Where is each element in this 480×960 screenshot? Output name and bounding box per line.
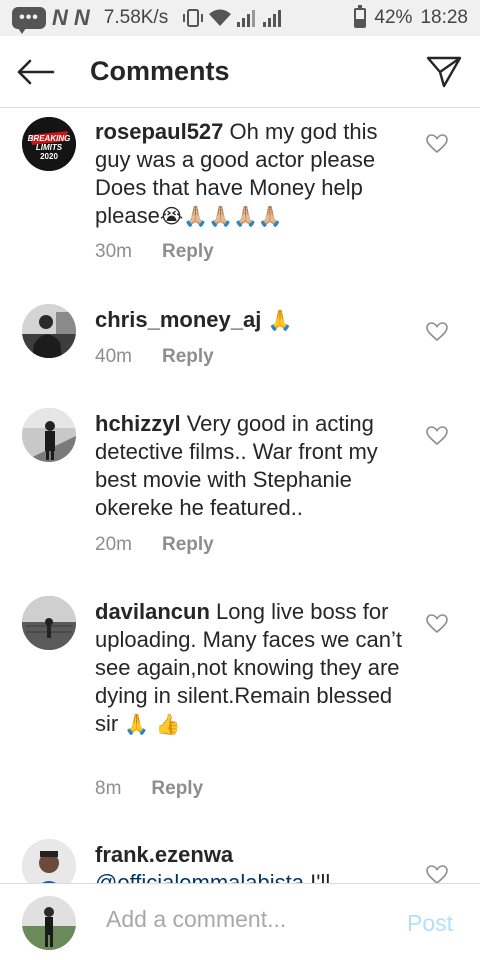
comment-text: frank.ezenwa @officialemmalabista I'll xyxy=(95,841,415,883)
battery-percent: 42% xyxy=(374,7,413,28)
reply-button[interactable]: Reply xyxy=(162,346,214,368)
reply-button[interactable]: Reply xyxy=(162,534,214,556)
vibrate-icon xyxy=(183,9,204,27)
comment-username[interactable]: chris_money_aj xyxy=(95,307,261,332)
comment-message: I'll xyxy=(304,870,331,883)
breaking-limits-logo: BREAKING LIMITS 2020 xyxy=(22,117,76,171)
like-heart-icon[interactable] xyxy=(426,322,448,342)
comment-text: rosepaul527 Oh my god this guy was a goo… xyxy=(95,118,415,230)
page-title: Comments xyxy=(90,56,230,86)
comment-meta: 20m Reply xyxy=(95,534,214,556)
avatar-photo xyxy=(22,896,76,950)
comment-username[interactable]: rosepaul527 xyxy=(95,119,223,144)
notification-n-icon-2: N xyxy=(73,5,90,30)
comment-emojis: 🙏 👍 xyxy=(124,712,181,736)
comment-text: davilancun Long live boss for uploading.… xyxy=(95,598,415,738)
comment-emojis: 🙏 xyxy=(267,308,293,332)
comment-username[interactable]: davilancun xyxy=(95,599,210,624)
avatar-photo xyxy=(22,408,76,462)
avatar[interactable]: BREAKING LIMITS 2020 xyxy=(22,117,76,171)
comment-time: 8m xyxy=(95,778,122,799)
reply-button[interactable]: Reply xyxy=(162,241,214,263)
message-notification-text: ••• xyxy=(19,9,39,26)
comment-meta: 30m Reply xyxy=(95,241,214,263)
status-icons xyxy=(182,8,284,28)
reply-button[interactable]: Reply xyxy=(151,778,203,800)
avatar[interactable] xyxy=(22,304,76,358)
avatar[interactable] xyxy=(22,408,76,462)
current-user-avatar xyxy=(22,896,76,950)
comment-username[interactable]: hchizzyl xyxy=(95,411,181,436)
clock: 18:28 xyxy=(420,7,468,28)
status-left: ••• N N 7.58K/s xyxy=(12,5,284,34)
comment-time: 20m xyxy=(95,534,132,555)
avatar[interactable] xyxy=(22,596,76,650)
paper-plane-icon xyxy=(426,56,462,87)
comment-time: 30m xyxy=(95,241,132,262)
signal-icon-2 xyxy=(263,10,282,27)
avatar-photo xyxy=(22,839,76,883)
like-heart-icon[interactable] xyxy=(426,865,448,883)
status-bar: ••• N N 7.58K/s 42% 18:28 xyxy=(0,0,480,36)
status-right: 42% 18:28 xyxy=(354,5,468,29)
comment-meta: 40m Reply xyxy=(95,346,214,368)
notification-n-icon: N xyxy=(52,5,68,30)
avatar-photo xyxy=(22,596,76,650)
like-heart-icon[interactable] xyxy=(426,426,448,446)
like-heart-icon[interactable] xyxy=(426,614,448,634)
comment-time: 40m xyxy=(95,346,132,367)
wifi-icon xyxy=(209,9,232,26)
avatar[interactable] xyxy=(22,839,76,883)
comments-header: Comments xyxy=(0,36,480,108)
comment-mention[interactable]: @officialemmalabista xyxy=(95,870,304,883)
network-speed: 7.58K/s xyxy=(103,7,169,28)
battery-fill xyxy=(356,19,365,26)
svg-text:BREAKING: BREAKING xyxy=(28,134,71,143)
comment-meta: 8m Reply xyxy=(95,778,203,800)
comment-text: chris_money_aj 🙏 xyxy=(95,306,415,334)
comment-text: hchizzyl Very good in acting detective f… xyxy=(95,410,415,522)
arrow-left-icon xyxy=(17,59,55,84)
share-button[interactable] xyxy=(408,36,480,108)
signal-icon xyxy=(237,10,256,27)
comment-composer: Post xyxy=(0,883,480,960)
comment-list[interactable]: BREAKING LIMITS 2020 rosepaul527 Oh my g… xyxy=(0,109,480,883)
svg-text:LIMITS: LIMITS xyxy=(36,143,63,152)
battery-icon xyxy=(354,5,367,28)
post-button[interactable]: Post xyxy=(407,910,453,937)
back-button[interactable] xyxy=(0,36,72,108)
comment-emojis: 😭🙏🏼🙏🏼🙏🏼🙏🏼 xyxy=(159,204,283,228)
avatar-photo xyxy=(22,304,76,358)
comment-username[interactable]: frank.ezenwa xyxy=(95,842,233,867)
comment-input[interactable] xyxy=(106,906,386,933)
svg-text:2020: 2020 xyxy=(40,152,58,161)
message-notification-icon: ••• xyxy=(12,7,46,34)
like-heart-icon[interactable] xyxy=(426,134,448,154)
